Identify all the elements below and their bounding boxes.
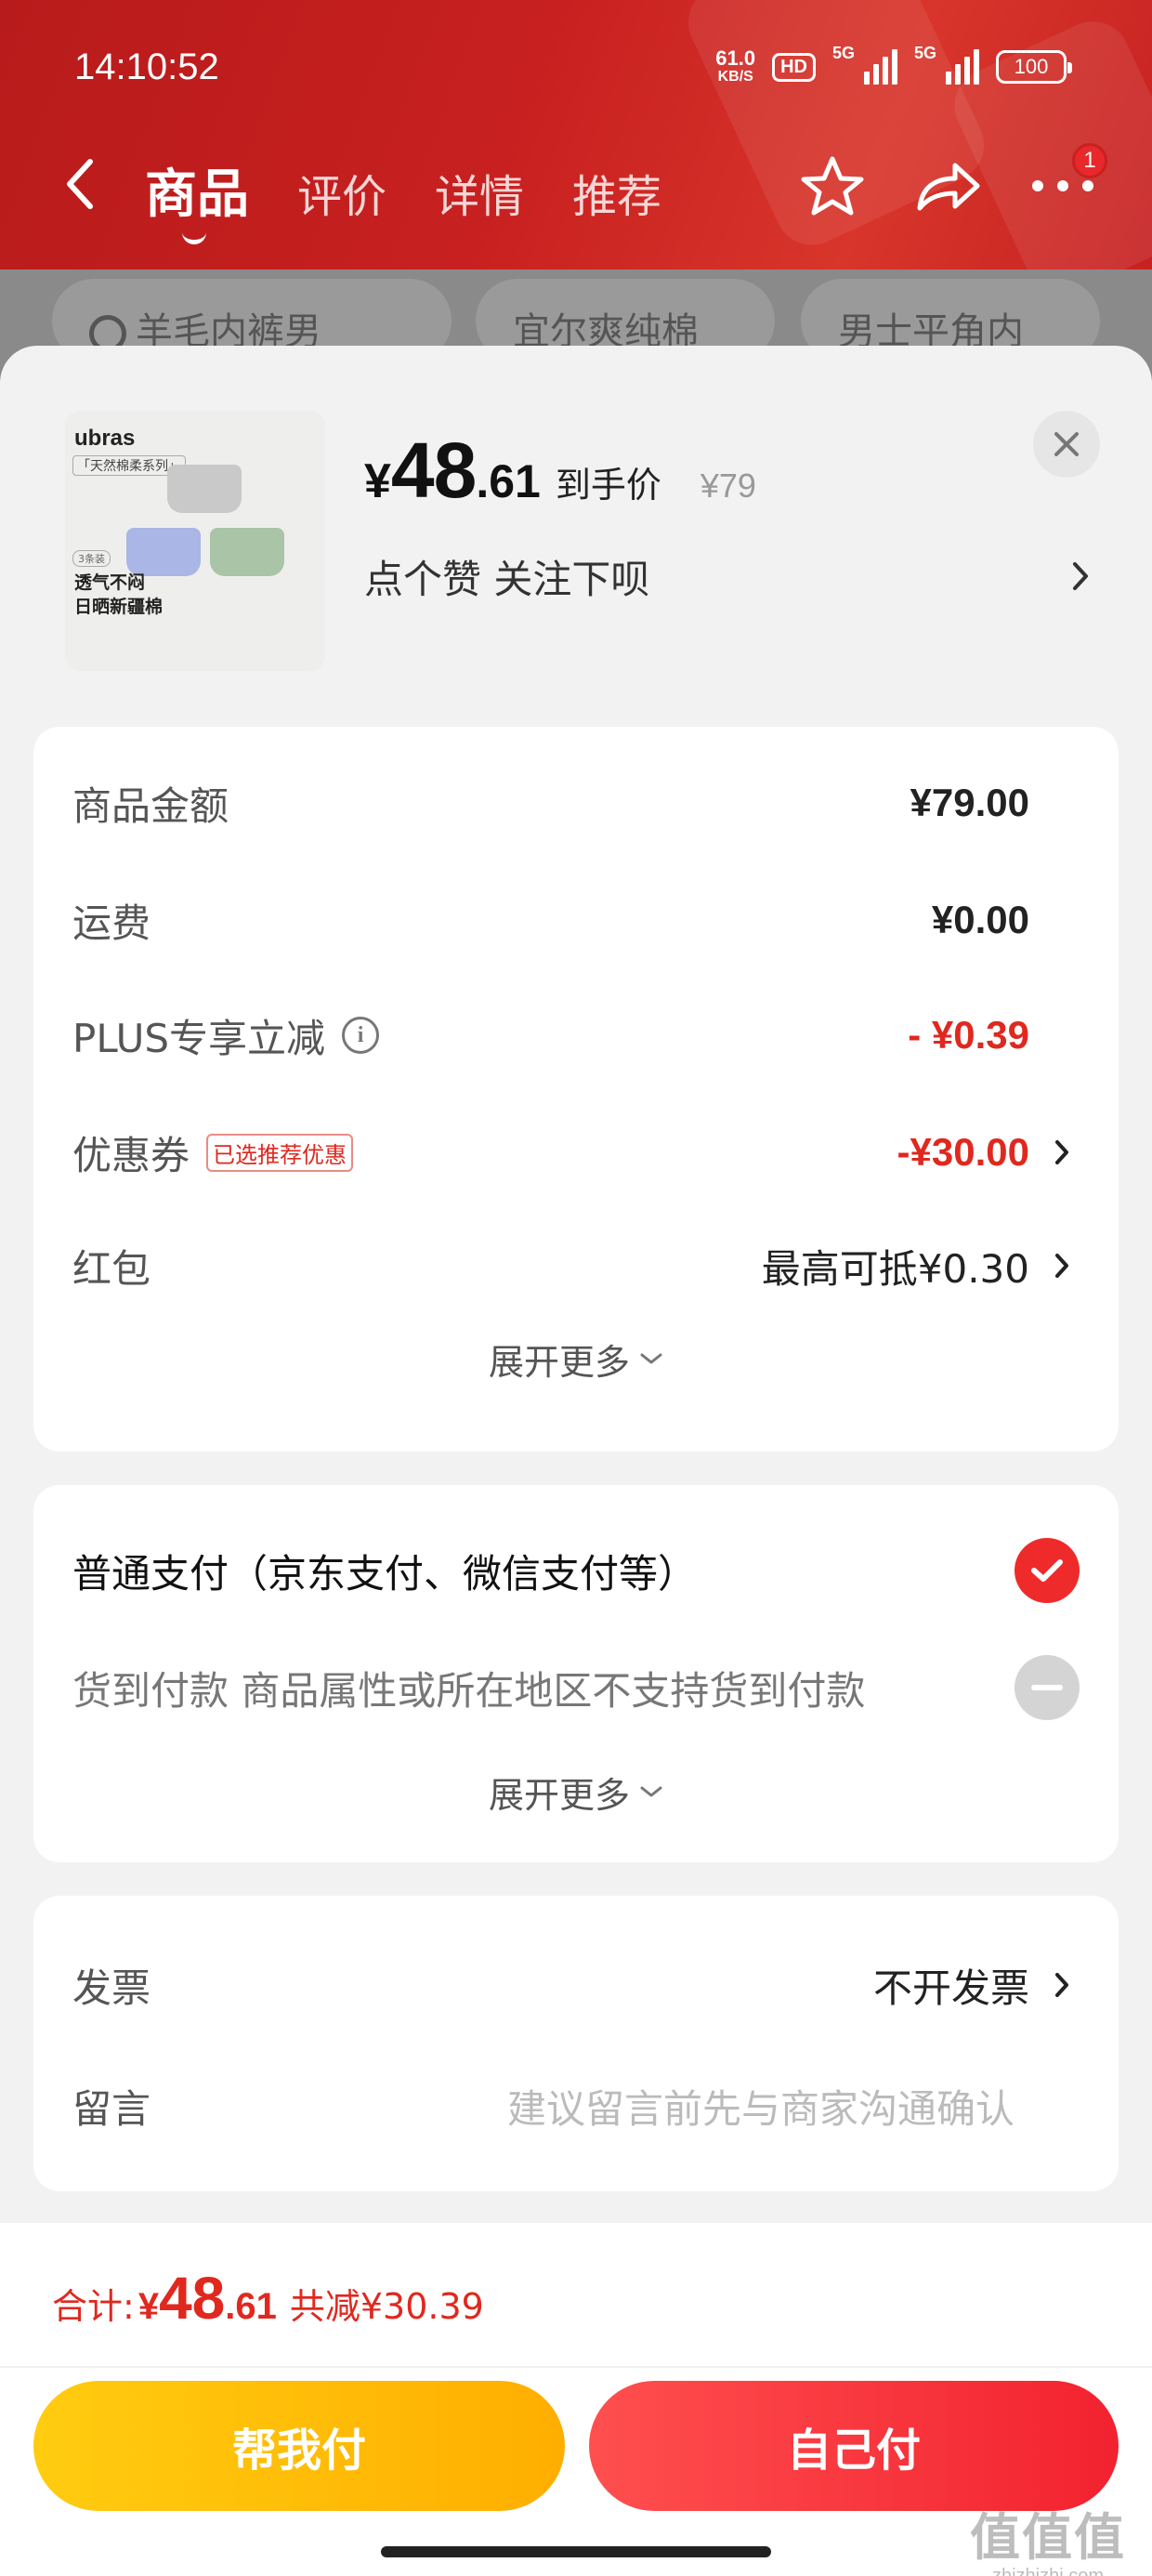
signal-icon-2: 5G [914,44,979,85]
chevron-right-icon [1048,1966,1076,2004]
note-input[interactable]: 建议留言前先与商家沟通确认 [507,2078,1015,2135]
payment-option-cod: 货到付款 商品属性或所在地区不支持货到付款 [33,1650,1119,1725]
close-button[interactable] [1033,411,1100,478]
price-summary-card: 商品金额 ¥79.00 运费 ¥0.00 PLUS专享立减 i - ¥0.39 … [33,727,1119,1452]
status-time: 14:10:52 [74,46,219,87]
star-icon [801,156,864,216]
home-indicator[interactable] [381,2546,771,2557]
status-bar: 14:10:52 61.0 KB/S HD 5G 5G 100 [0,0,1152,130]
signal-icon: 5G [832,44,897,85]
chevron-right-icon [1048,1247,1076,1284]
tab-details[interactable]: 详情 [435,160,524,225]
product-image-blue [126,528,201,576]
product-image-green [210,528,284,576]
product-thumbnail[interactable]: ubras 「天然棉柔系列」 3条装 透气不闷 日晒新疆棉 [65,411,325,671]
network-speed: 61.0 KB/S [715,46,756,85]
checkmark-icon[interactable] [1015,1538,1080,1603]
pay-myself-button[interactable]: 自己付 [589,2381,1119,2511]
disabled-icon [1015,1655,1080,1720]
total-summary: 合计: ¥ 48 .61 共减¥30.39 [52,2265,484,2332]
chevron-down-icon [640,1353,662,1364]
hd-icon: HD [772,52,816,82]
more-icon [1032,180,1093,191]
plus-discount-row: PLUS专享立减 i - ¥0.39 [72,1013,1029,1061]
battery-icon: 100 [996,50,1072,84]
coupon-tag: 已选推荐优惠 [206,1133,354,1172]
divider [0,2366,1152,2368]
status-icons: 61.0 KB/S HD 5G 5G 100 [715,44,1072,85]
chevron-right-icon [1073,562,1088,590]
info-icon[interactable]: i [342,1017,380,1054]
back-arrow-icon [67,159,93,209]
invoice-note-card: 发票 不开发票 留言 建议留言前先与商家沟通确认 [33,1896,1119,2191]
original-price: ¥79 [700,467,756,505]
tab-product[interactable]: 商品 [145,152,249,244]
price-area: ¥ 48 .61 到手价 ¥79 [364,427,756,514]
watermark-logo: 值值值 zhizhizhi.com [970,2508,1126,2576]
nav-tabs: 商品 评价 详情 推荐 [145,152,661,244]
goods-amount-row: 商品金额 ¥79.00 [72,781,1029,829]
help-me-pay-button[interactable]: 帮我付 [33,2381,565,2511]
follow-shop-row[interactable]: 点个赞 关注下呗 [364,548,1089,604]
nav-actions: 1 [799,143,1107,216]
red-packet-row[interactable]: 红包 最高可抵¥0.30 [33,1229,1119,1303]
total-saving: 共减¥30.39 [289,2286,484,2327]
expand-more-button[interactable]: 展开更多 [33,1331,1119,1387]
expand-more-button[interactable]: 展开更多 [33,1764,1119,1820]
chevron-right-icon [1048,1134,1076,1171]
share-icon [917,163,980,211]
invoice-row[interactable]: 发票 不开发票 [33,1948,1119,2022]
product-image-grey [167,465,242,513]
shipping-row: 运费 ¥0.00 [72,898,1029,946]
more-button[interactable]: 1 [1029,143,1107,216]
nav-bar: 商品 评价 详情 推荐 1 [0,139,1152,244]
note-row[interactable]: 留言 建议留言前先与商家沟通确认 [33,2069,1119,2143]
coupon-row[interactable]: 优惠券 已选推荐优惠 -¥30.00 [33,1115,1119,1189]
tab-reviews[interactable]: 评价 [297,160,386,225]
favorite-button[interactable] [799,156,866,216]
back-button[interactable] [52,156,108,212]
final-price-label: 到手价 [555,465,661,506]
tab-recommend[interactable]: 推荐 [572,160,661,225]
message-badge: 1 [1072,143,1107,178]
payment-method-card: 普通支付（京东支付、微信支付等） 货到付款 商品属性或所在地区不支持货到付款 展… [33,1485,1119,1862]
payment-option-normal[interactable]: 普通支付（京东支付、微信支付等） [33,1533,1119,1608]
close-icon [1054,432,1079,456]
share-button[interactable] [914,156,981,216]
chevron-down-icon [640,1786,662,1797]
